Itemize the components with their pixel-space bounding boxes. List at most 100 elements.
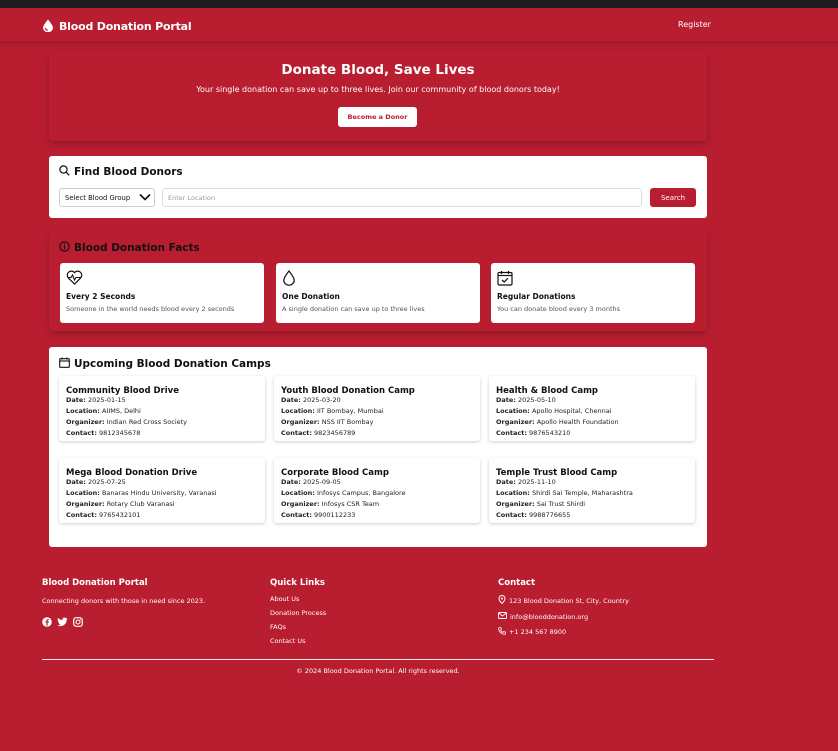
facts-title: Blood Donation Facts [74,242,200,254]
footer-link-about[interactable]: About Us [270,595,326,603]
blood-drop-icon [42,17,54,36]
fact-description: You can donate blood every 3 months [497,305,621,313]
camp-card[interactable]: Mega Blood Donation Drive Date: 2025-07-… [59,458,265,523]
facebook-icon[interactable] [42,612,52,631]
date-label: Date: [66,396,86,404]
footer-divider [42,659,714,660]
camp-name: Temple Trust Blood Camp [496,468,618,478]
camp-location-value: Shirdi Sai Temple, Maharashtra [531,489,633,497]
camp-contact: Contact: 9988776655 [496,511,570,519]
location-label: Location: [281,489,315,497]
footer-contact-title: Contact [498,578,536,588]
organizer-label: Organizer: [496,418,535,426]
footer-email-text[interactable]: info@blooddonation.org [510,613,588,621]
footer-link-contact[interactable]: Contact Us [270,637,326,645]
camp-location-value: Banaras Hindu University, Varanasi [101,489,217,497]
copyright: © 2024 Blood Donation Portal. All rights… [296,667,460,675]
camp-card[interactable]: Temple Trust Blood Camp Date: 2025-11-10… [489,458,695,523]
contact-label: Contact: [66,429,97,437]
camp-date-value: 2025-01-15 [87,396,126,404]
blood-group-select[interactable]: Select Blood Group [59,188,155,207]
footer-link-faqs[interactable]: FAQs [270,623,326,631]
camp-contact-value: 9823456789 [314,429,356,437]
calendar-icon [59,357,70,371]
camp-location: Location: Infosys Campus, Bangalore [281,489,406,497]
find-donors-card: Find Blood Donors Select Blood Group Sea… [49,156,707,218]
camp-organizer-value: Sai Trust Shirdi [536,500,586,508]
camp-card[interactable]: Community Blood Drive Date: 2025-01-15 L… [59,376,265,441]
location-input[interactable] [162,188,642,207]
camp-card[interactable]: Health & Blood Camp Date: 2025-05-10 Loc… [489,376,695,441]
camp-name: Health & Blood Camp [496,386,599,396]
location-label: Location: [496,407,530,415]
camp-name: Community Blood Drive [66,386,179,396]
footer-links: Quick Links About Us Donation Process FA… [270,578,326,645]
brand[interactable]: Blood Donation Portal [42,17,192,36]
camp-date-value: 2025-09-05 [302,478,341,486]
fact-title: Regular Donations [497,292,576,301]
droplet-icon [282,270,296,290]
hero-section: Donate Blood, Save Lives Your single don… [49,51,707,141]
camps-title: Upcoming Blood Donation Camps [74,358,271,370]
footer-email: info@blooddonation.org [498,612,629,621]
date-label: Date: [496,478,516,486]
camp-contact: Contact: 9823456789 [281,429,355,437]
fact-title: One Donation [282,292,340,301]
camp-card[interactable]: Corporate Blood Camp Date: 2025-09-05 Lo… [274,458,480,523]
search-button[interactable]: Search [650,188,696,207]
instagram-icon[interactable] [73,612,83,631]
camp-organizer-value: Indian Red Cross Society [106,418,188,426]
camp-date-value: 2025-11-10 [517,478,556,486]
date-label: Date: [281,396,301,404]
location-label: Location: [66,489,100,497]
camp-organizer-value: NSS IIT Bombay [321,418,374,426]
camp-contact: Contact: 9812345678 [66,429,140,437]
footer-phone-text: +1 234 567 8900 [509,628,567,636]
phone-icon [498,627,506,637]
twitter-icon[interactable] [57,612,68,631]
camp-contact: Contact: 9765432101 [66,511,140,519]
camp-location-value: AIIMS, Delhi [101,407,141,415]
camp-organizer: Organizer: Sai Trust Shirdi [496,500,585,508]
footer-about-title: Blood Donation Portal [42,578,148,588]
organizer-label: Organizer: [66,500,105,508]
find-donors-heading: Find Blood Donors [59,165,183,179]
calendar-check-icon [497,270,513,290]
camp-card[interactable]: Youth Blood Donation Camp Date: 2025-03-… [274,376,480,441]
camp-date: Date: 2025-03-20 [281,396,341,404]
camp-contact: Contact: 9876543210 [496,429,570,437]
facts-section: Blood Donation Facts Every 2 Seconds Som… [49,231,707,331]
footer-address: 123 Blood Donation St, City, Country [498,595,629,606]
camp-location-value: IIT Bombay, Mumbai [316,407,384,415]
register-link[interactable]: Register [678,20,711,29]
organizer-label: Organizer: [66,418,105,426]
facts-heading: Blood Donation Facts [59,241,200,255]
organizer-label: Organizer: [281,500,320,508]
camp-name: Corporate Blood Camp [281,468,389,478]
camp-location: Location: Banaras Hindu University, Vara… [66,489,217,497]
camp-date: Date: 2025-07-25 [66,478,126,486]
footer-link-donation-process[interactable]: Donation Process [270,609,326,617]
camp-organizer: Organizer: Apollo Health Foundation [496,418,619,426]
become-donor-button[interactable]: Become a Donor [338,107,417,127]
camp-date: Date: 2025-11-10 [496,478,556,486]
organizer-label: Organizer: [281,418,320,426]
location-label: Location: [496,489,530,497]
camp-organizer-value: Rotary Club Varanasi [106,500,175,508]
camp-organizer-value: Infosys CSR Team [321,500,380,508]
camps-card: Upcoming Blood Donation Camps Community … [49,347,707,547]
camp-contact-value: 9812345678 [99,429,141,437]
footer-links-title: Quick Links [270,578,325,588]
camp-name: Mega Blood Donation Drive [66,468,198,478]
find-donors-title: Find Blood Donors [74,166,183,178]
camp-organizer: Organizer: Infosys CSR Team [281,500,379,508]
chevron-down-icon [139,193,151,203]
camp-location-value: Apollo Hospital, Chennai [531,407,612,415]
camp-contact: Contact: 9900112233 [281,511,355,519]
fact-description: A single donation can save up to three l… [282,305,425,313]
location-label: Location: [281,407,315,415]
contact-label: Contact: [496,511,527,519]
camp-organizer-value: Apollo Health Foundation [536,418,619,426]
brand-title: Blood Donation Portal [59,20,192,33]
fact-card: Every 2 Seconds Someone in the world nee… [60,263,264,323]
